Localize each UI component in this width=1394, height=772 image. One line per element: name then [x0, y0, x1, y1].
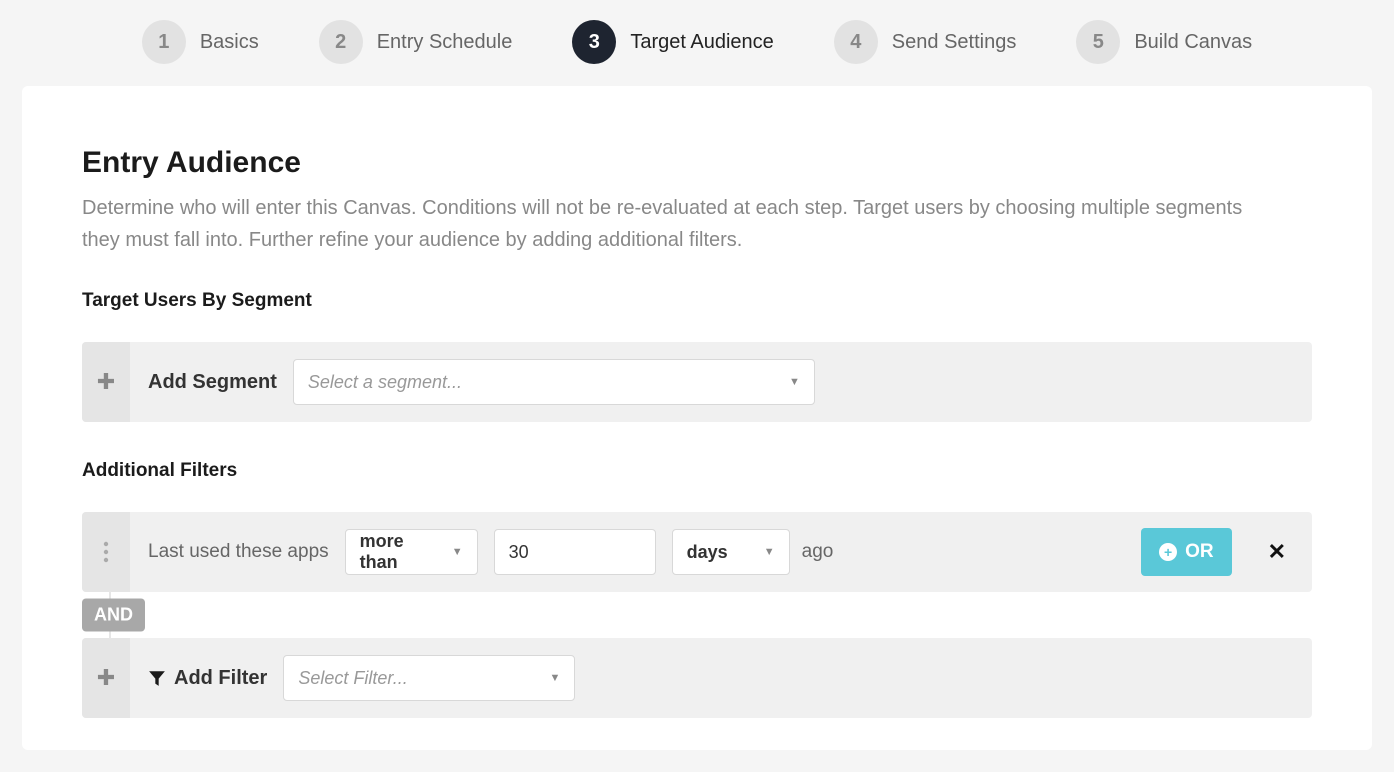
unit-value: days — [687, 542, 728, 563]
add-or-button[interactable]: + OR — [1141, 528, 1232, 576]
unit-select[interactable]: days ▼ — [672, 529, 790, 575]
filter-type-select[interactable]: Select Filter... ▼ — [283, 655, 575, 701]
chevron-down-icon: ▼ — [549, 672, 560, 684]
comparator-select[interactable]: more than ▼ — [345, 529, 478, 575]
wizard-steps: 1 Basics 2 Entry Schedule 3 Target Audie… — [0, 0, 1394, 86]
step-label: Build Canvas — [1134, 31, 1252, 54]
segment-select-placeholder: Select a segment... — [308, 372, 462, 393]
or-label: OR — [1185, 541, 1214, 563]
step-build-canvas[interactable]: 5 Build Canvas — [1076, 20, 1252, 64]
plus-circle-icon: + — [1159, 543, 1177, 561]
step-label: Target Audience — [630, 31, 773, 54]
value-input[interactable] — [494, 529, 656, 575]
step-target-audience[interactable]: 3 Target Audience — [572, 20, 773, 64]
filter-label: Last used these apps — [148, 541, 329, 563]
plus-icon: ✚ — [97, 369, 115, 395]
remove-filter-button[interactable]: ✕ — [1250, 539, 1312, 565]
close-icon: ✕ — [1268, 539, 1286, 564]
step-send-settings[interactable]: 4 Send Settings — [834, 20, 1017, 64]
filter-type-placeholder: Select Filter... — [298, 668, 407, 689]
step-label: Basics — [200, 31, 259, 54]
step-entry-schedule[interactable]: 2 Entry Schedule — [319, 20, 513, 64]
segment-select[interactable]: Select a segment... ▼ — [293, 359, 815, 405]
add-segment-label: Add Segment — [148, 371, 277, 394]
page-description: Determine who will enter this Canvas. Co… — [82, 192, 1282, 256]
step-label: Entry Schedule — [377, 31, 513, 54]
step-number: 5 — [1076, 20, 1120, 64]
add-segment-row: ✚ Add Segment Select a segment... ▼ — [82, 342, 1312, 422]
add-filter-row: ✚ Add Filter Select Filter... ▼ — [82, 638, 1312, 718]
drag-handle[interactable] — [82, 512, 130, 592]
content-card: Entry Audience Determine who will enter … — [22, 86, 1372, 750]
add-filter-label: Add Filter — [148, 667, 267, 690]
step-number: 1 — [142, 20, 186, 64]
plus-icon: ✚ — [97, 665, 115, 691]
page-title: Entry Audience — [82, 146, 1312, 180]
and-badge: AND — [82, 599, 145, 632]
step-number: 4 — [834, 20, 878, 64]
filter-icon — [148, 669, 166, 687]
drag-handle-icon — [103, 540, 109, 564]
chevron-down-icon: ▼ — [452, 546, 463, 558]
step-number: 3 — [572, 20, 616, 64]
and-connector: AND — [109, 591, 111, 639]
add-segment-plus-button[interactable]: ✚ — [82, 342, 130, 422]
segments-heading: Target Users By Segment — [82, 290, 1312, 312]
chevron-down-icon: ▼ — [789, 376, 800, 388]
filters-heading: Additional Filters — [82, 460, 1312, 482]
step-number: 2 — [319, 20, 363, 64]
step-basics[interactable]: 1 Basics — [142, 20, 259, 64]
step-label: Send Settings — [892, 31, 1017, 54]
comparator-value: more than — [360, 531, 436, 573]
filter-row: Last used these apps more than ▼ days ▼ … — [82, 512, 1312, 592]
add-filter-plus-button[interactable]: ✚ — [82, 638, 130, 718]
filter-suffix: ago — [802, 541, 834, 563]
chevron-down-icon: ▼ — [764, 546, 775, 558]
